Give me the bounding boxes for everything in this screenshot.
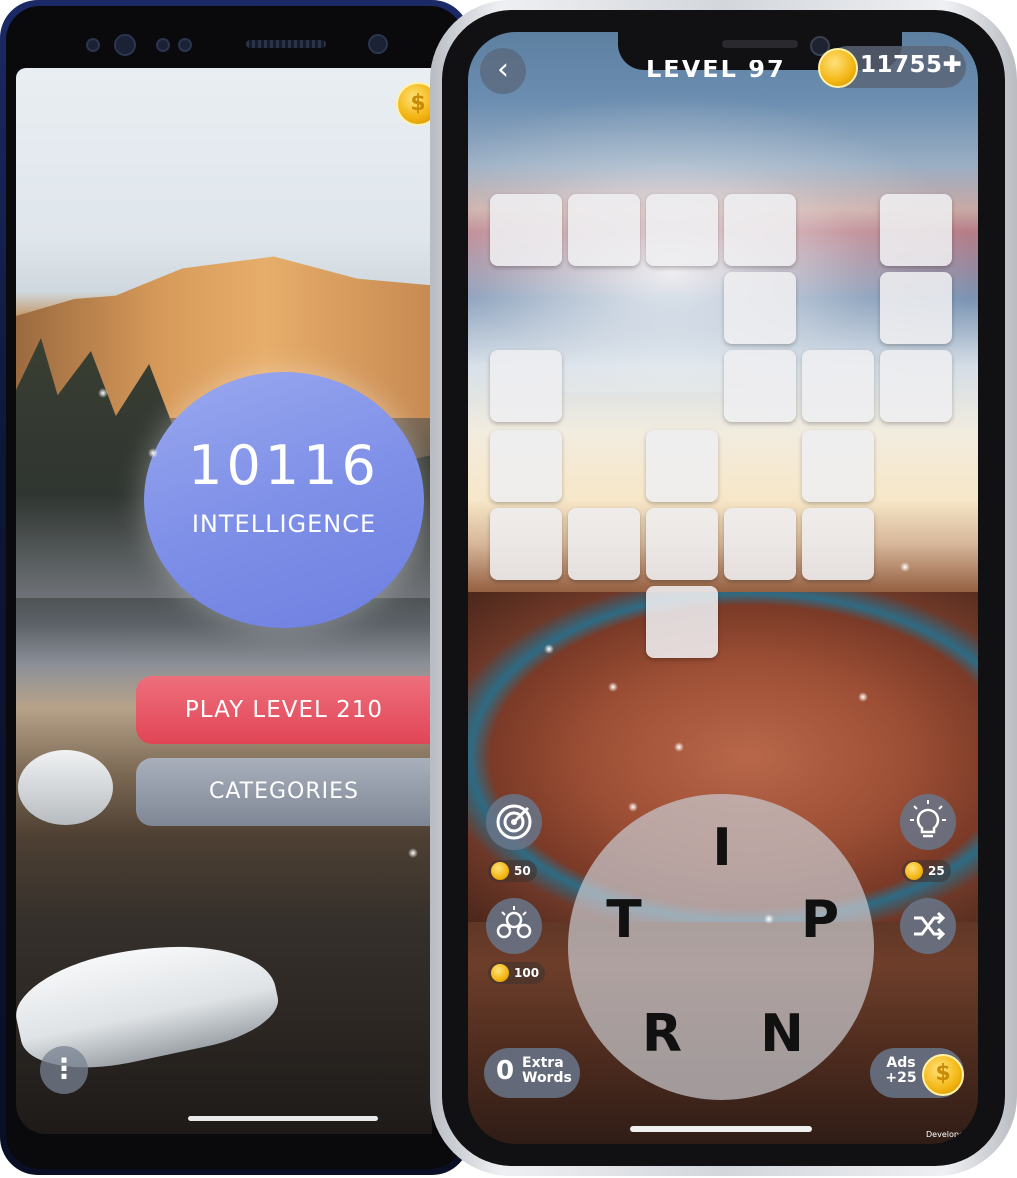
earpiece-speaker — [722, 40, 798, 48]
letter-tile — [490, 350, 562, 422]
sparkle — [544, 644, 554, 654]
android-sensors — [86, 34, 416, 56]
letter-tile — [880, 350, 952, 422]
multi-hint-cost: 100 — [488, 962, 546, 984]
level-title: LEVEL 97 — [646, 60, 786, 83]
letter-tile — [802, 430, 874, 502]
sparkle — [628, 802, 638, 812]
sensor-icon — [156, 38, 170, 52]
wheel-letter[interactable]: T — [594, 890, 654, 950]
earpiece-speaker — [246, 40, 326, 48]
hint-cost: 25 — [902, 860, 951, 882]
coin-balance-value: 11755✚ — [860, 52, 963, 78]
target-hint-cost-value: 50 — [514, 864, 531, 878]
play-level-button[interactable]: PLAY LEVEL 210 — [136, 676, 432, 744]
home-indicator — [630, 1126, 812, 1132]
extra-words-count: 0 — [496, 1056, 515, 1086]
home-indicator — [188, 1116, 378, 1121]
front-camera-icon — [114, 34, 136, 56]
coin-icon[interactable]: $ — [396, 82, 432, 126]
sensor-icon — [86, 38, 100, 52]
letter-tile — [880, 194, 952, 266]
coin-icon — [905, 862, 923, 880]
letter-wheel[interactable]: I T P R N — [568, 794, 874, 1100]
shuffle-icon — [914, 911, 946, 941]
watch-ad-button[interactable]: Ads +25 $ — [870, 1048, 964, 1098]
letter-tile — [802, 350, 874, 422]
letter-tile — [880, 272, 952, 344]
intelligence-score-badge: 10116 INTELLIGENCE — [144, 372, 424, 628]
letter-tile — [646, 194, 718, 266]
sparkle — [608, 682, 618, 692]
intelligence-score-value: 10116 — [188, 434, 380, 497]
coin-icon — [818, 48, 858, 88]
coin-icon: $ — [922, 1054, 964, 1096]
extra-words-label: Extra Words — [522, 1055, 572, 1086]
coin-icon — [491, 964, 509, 982]
letter-tile — [724, 350, 796, 422]
intelligence-score-label: INTELLIGENCE — [191, 510, 377, 538]
android-phone-frame: $ 10116 INTELLIGENCE PLAY LEVEL 210 CATE… — [0, 0, 470, 1175]
sparkle — [858, 692, 868, 702]
target-hint-cost: 50 — [488, 860, 537, 882]
back-arrow-icon[interactable]: ‹ — [480, 48, 526, 94]
more-menu-icon[interactable]: ⋮ — [40, 1046, 88, 1094]
coin-balance[interactable]: 11755✚ — [818, 46, 966, 88]
letter-tile — [568, 508, 640, 580]
multi-bulb-icon — [496, 906, 532, 939]
background-snow-rock — [18, 750, 113, 825]
letter-tile — [724, 508, 796, 580]
target-icon — [496, 804, 532, 840]
extra-words-button[interactable]: 0 Extra Words — [484, 1048, 580, 1098]
letter-tile — [646, 586, 718, 658]
watch-ad-label: Ads +25 — [885, 1055, 917, 1086]
target-hint-button[interactable] — [486, 794, 542, 850]
letter-tile — [802, 508, 874, 580]
word-game-screen: ‹ LEVEL 97 11755✚ 50 100 25 I T P R N 0 … — [468, 32, 978, 1144]
wheel-letter[interactable]: R — [632, 1004, 692, 1064]
developer-credit: Develope — [926, 1130, 964, 1139]
sparkle — [408, 848, 418, 858]
showcase: $ 10116 INTELLIGENCE PLAY LEVEL 210 CATE… — [0, 0, 1017, 1178]
lightbulb-icon — [910, 800, 946, 838]
sparkle — [900, 562, 910, 572]
letter-tile — [490, 508, 562, 580]
sparkle — [764, 914, 774, 924]
wheel-letter[interactable]: P — [790, 890, 850, 950]
front-camera-icon — [368, 34, 388, 54]
shuffle-button[interactable] — [900, 898, 956, 954]
sparkle — [674, 742, 684, 752]
letter-tile — [490, 194, 562, 266]
letter-tile — [724, 194, 796, 266]
iphone-frame: ‹ LEVEL 97 11755✚ 50 100 25 I T P R N 0 … — [430, 0, 1017, 1176]
hint-cost-value: 25 — [928, 864, 945, 878]
multi-hint-cost-value: 100 — [514, 966, 540, 980]
hint-button[interactable] — [900, 794, 956, 850]
letter-tile — [646, 508, 718, 580]
wheel-letter[interactable]: N — [752, 1004, 812, 1064]
letter-tile — [490, 430, 562, 502]
categories-button[interactable]: CATEGORIES — [136, 758, 432, 826]
android-home-screen: $ 10116 INTELLIGENCE PLAY LEVEL 210 CATE… — [16, 68, 432, 1134]
sensor-icon — [178, 38, 192, 52]
sparkle — [148, 448, 158, 458]
letter-tile — [646, 430, 718, 502]
sparkle — [98, 388, 108, 398]
letter-tile — [568, 194, 640, 266]
wheel-letter[interactable]: I — [692, 818, 752, 878]
coin-icon — [491, 862, 509, 880]
multi-hint-button[interactable] — [486, 898, 542, 954]
letter-tile — [724, 272, 796, 344]
